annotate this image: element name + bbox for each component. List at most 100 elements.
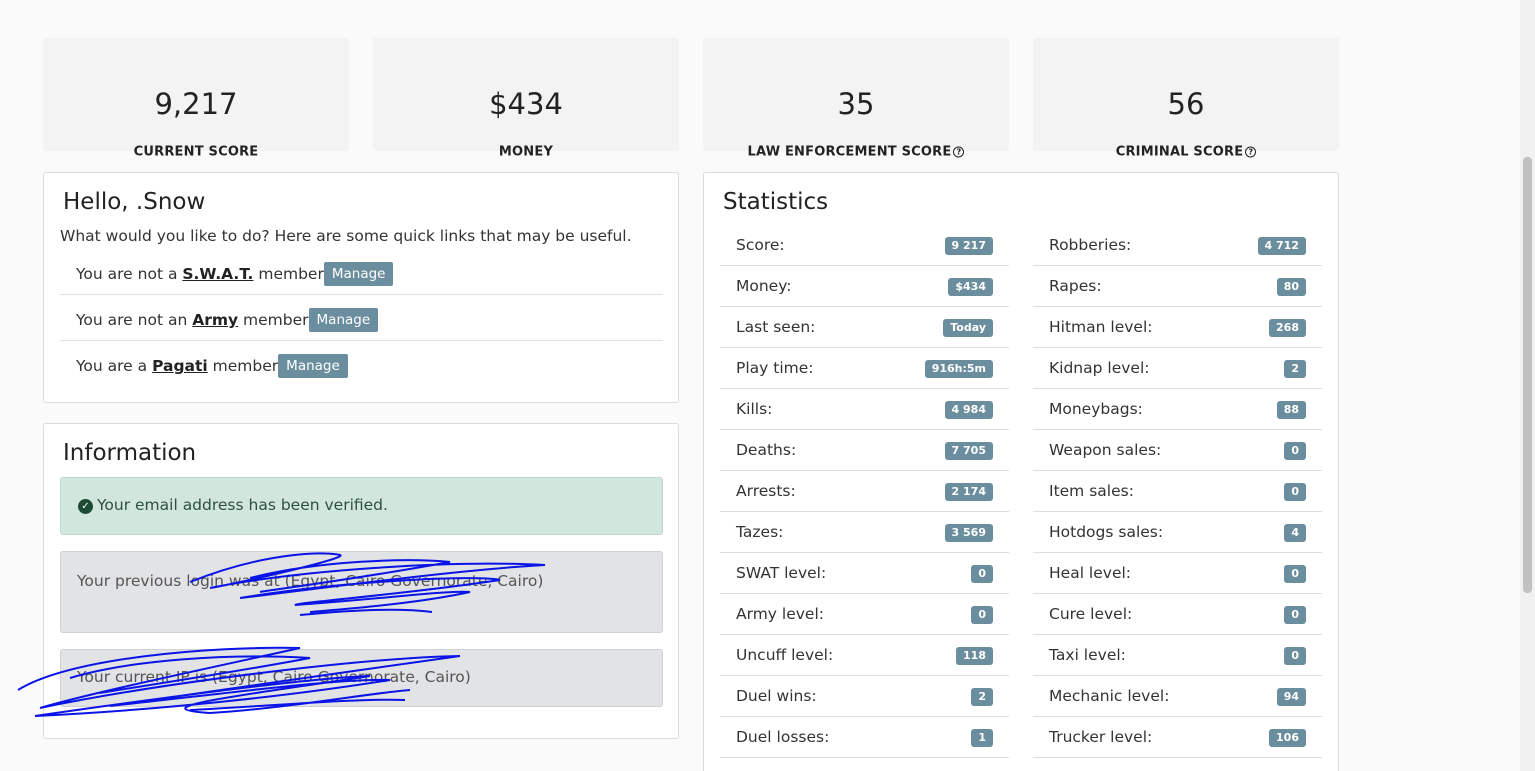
score-card-money: $434 MONEY <box>373 38 679 160</box>
stat-name: Arrests: <box>736 482 796 500</box>
stat-value-badge: 9 217 <box>944 237 993 255</box>
score-value: 9,217 <box>154 87 238 121</box>
stat-name: Army level: <box>736 605 824 623</box>
stat-name: Score: <box>736 236 785 254</box>
stat-value-badge: Today <box>943 319 993 337</box>
stat-name: Weapon sales: <box>1049 441 1162 459</box>
manage-pagati-button[interactable]: Manage <box>278 354 348 378</box>
stat-row: Duel wins: 2 <box>720 676 1009 717</box>
stat-name: Trucker level: <box>1049 728 1153 746</box>
stat-row: Last seen: Today <box>720 307 1009 348</box>
stat-name: Taxi level: <box>1049 646 1126 664</box>
stat-row: SWAT level: 0 <box>720 553 1009 594</box>
stat-name: SWAT level: <box>736 564 827 582</box>
stat-value-badge: 80 <box>1276 278 1306 296</box>
current-ip-alert: Your current IP is (Egypt, Cairo Governo… <box>60 649 663 707</box>
stat-value-badge: 94 <box>1276 688 1306 706</box>
stat-row: Trucker level: 106 <box>1033 717 1322 758</box>
stat-value-badge: 0 <box>1284 442 1306 460</box>
question-circle-icon[interactable]: ? <box>1245 146 1257 158</box>
stat-name: Uncuff level: <box>736 646 834 664</box>
score-label: LAW ENFORCEMENT SCORE? <box>703 145 1009 160</box>
stat-row: Taxi level: 0 <box>1033 635 1322 676</box>
stat-name: Moneybags: <box>1049 400 1143 418</box>
stat-name: Hitman level: <box>1049 318 1153 336</box>
stat-value-badge: 7 705 <box>944 442 993 460</box>
stat-value-badge: $434 <box>948 278 993 296</box>
stat-value-badge: 268 <box>1269 319 1306 337</box>
score-label: MONEY <box>498 144 554 160</box>
stat-row: Moneybags: 88 <box>1033 389 1322 430</box>
check-circle-icon: ✓ <box>78 499 93 514</box>
stat-value-badge: 4 <box>1284 524 1306 542</box>
statistics-panel: Statistics Score: 9 217 Money: $434 Last see… <box>703 172 1339 771</box>
stat-row: Uncuff level: 118 <box>720 635 1009 676</box>
score-label: CRIMINAL SCORE? <box>1033 145 1339 160</box>
question-circle-icon[interactable]: ? <box>953 146 965 158</box>
stat-name: Heal level: <box>1049 564 1132 582</box>
stat-value-badge: 1 <box>971 729 993 747</box>
email-verified-alert: ✓ Your email address has been verified. <box>60 477 663 535</box>
greeting-title: Hello, .Snow <box>63 189 206 215</box>
previous-login-alert: Your previous login was at (Egypt, Cairo… <box>60 551 663 633</box>
score-card-law-enforcement: 35 LAW ENFORCEMENT SCORE? <box>703 38 1009 160</box>
quick-links-intro: What would you like to do? Here are some… <box>60 227 632 245</box>
stat-value-badge: 4 984 <box>944 401 993 419</box>
manage-swat-button[interactable]: Manage <box>323 262 394 286</box>
stat-name: Kills: <box>736 400 773 418</box>
stat-name: Rapes: <box>1049 277 1102 295</box>
page-scrollbar[interactable] <box>1520 0 1535 771</box>
stat-name: Money: <box>736 277 792 295</box>
stat-value-badge: 88 <box>1276 401 1306 419</box>
stat-value-badge: 4 712 <box>1257 237 1306 255</box>
stat-row: Heal level: 0 <box>1033 553 1322 594</box>
score-card-current-score: 9,217 CURRENT SCORE <box>43 38 349 160</box>
information-panel: Information ✓ Your email address has been… <box>43 423 679 739</box>
stat-name: Deaths: <box>736 441 797 459</box>
stat-value-badge: 3 569 <box>944 524 993 542</box>
stat-row: Army level: 0 <box>720 594 1009 635</box>
stat-row: Robberies: 4 712 <box>1033 225 1322 266</box>
membership-row-army: You are not an Army member Manage <box>60 295 663 341</box>
stat-row: Tazes: 3 569 <box>720 512 1009 553</box>
stat-row: Mechanic level: 94 <box>1033 676 1322 717</box>
stat-row: Cure level: 0 <box>1033 594 1322 635</box>
score-card-criminal: 56 CRIMINAL SCORE? <box>1033 38 1339 160</box>
stat-name: Robberies: <box>1049 236 1132 254</box>
score-value: 56 <box>1167 87 1205 121</box>
group-link-pagati[interactable]: Pagati <box>152 357 208 375</box>
group-link-swat[interactable]: S.W.A.T. <box>182 265 253 283</box>
stat-name: Mechanic level: <box>1049 687 1170 705</box>
stat-name: Play time: <box>736 359 814 377</box>
stat-value-badge: 916h:5m <box>924 360 993 378</box>
information-title: Information <box>63 440 197 466</box>
manage-army-button[interactable]: Manage <box>308 308 379 332</box>
stat-row: Arrests: 2 174 <box>720 471 1009 512</box>
hello-panel: Hello, .Snow What would you like to do? … <box>43 172 679 403</box>
stat-value-badge: 0 <box>1284 565 1306 583</box>
stat-row: Hotdogs sales: 4 <box>1033 512 1322 553</box>
membership-row-pagati: You are a Pagati member Manage <box>60 341 663 387</box>
stat-value-badge: 2 174 <box>944 483 993 501</box>
statistics-title: Statistics <box>723 189 829 215</box>
stat-name: Duel losses: <box>736 728 830 746</box>
stat-value-badge: 106 <box>1269 729 1306 747</box>
stat-row: Weapon sales: 0 <box>1033 430 1322 471</box>
stat-name: Hotdogs sales: <box>1049 523 1164 541</box>
stat-row: Deaths: 7 705 <box>720 430 1009 471</box>
stat-row: Rapes: 80 <box>1033 266 1322 307</box>
stat-name: Kidnap level: <box>1049 359 1150 377</box>
group-link-army[interactable]: Army <box>192 311 238 329</box>
stat-value-badge: 0 <box>1284 606 1306 624</box>
stat-value-badge: 0 <box>1284 647 1306 665</box>
stat-value-badge: 0 <box>971 606 993 624</box>
stat-name: Cure level: <box>1049 605 1133 623</box>
scrollbar-thumb[interactable] <box>1523 157 1532 593</box>
stat-row: Score: 9 217 <box>720 225 1009 266</box>
membership-row-swat: You are not a S.W.A.T. member Manage <box>60 249 663 295</box>
stat-row: Hitman level: 268 <box>1033 307 1322 348</box>
stat-name: Item sales: <box>1049 482 1134 500</box>
stat-row: Kidnap level: 2 <box>1033 348 1322 389</box>
stat-value-badge: 0 <box>971 565 993 583</box>
stat-row: Item sales: 0 <box>1033 471 1322 512</box>
